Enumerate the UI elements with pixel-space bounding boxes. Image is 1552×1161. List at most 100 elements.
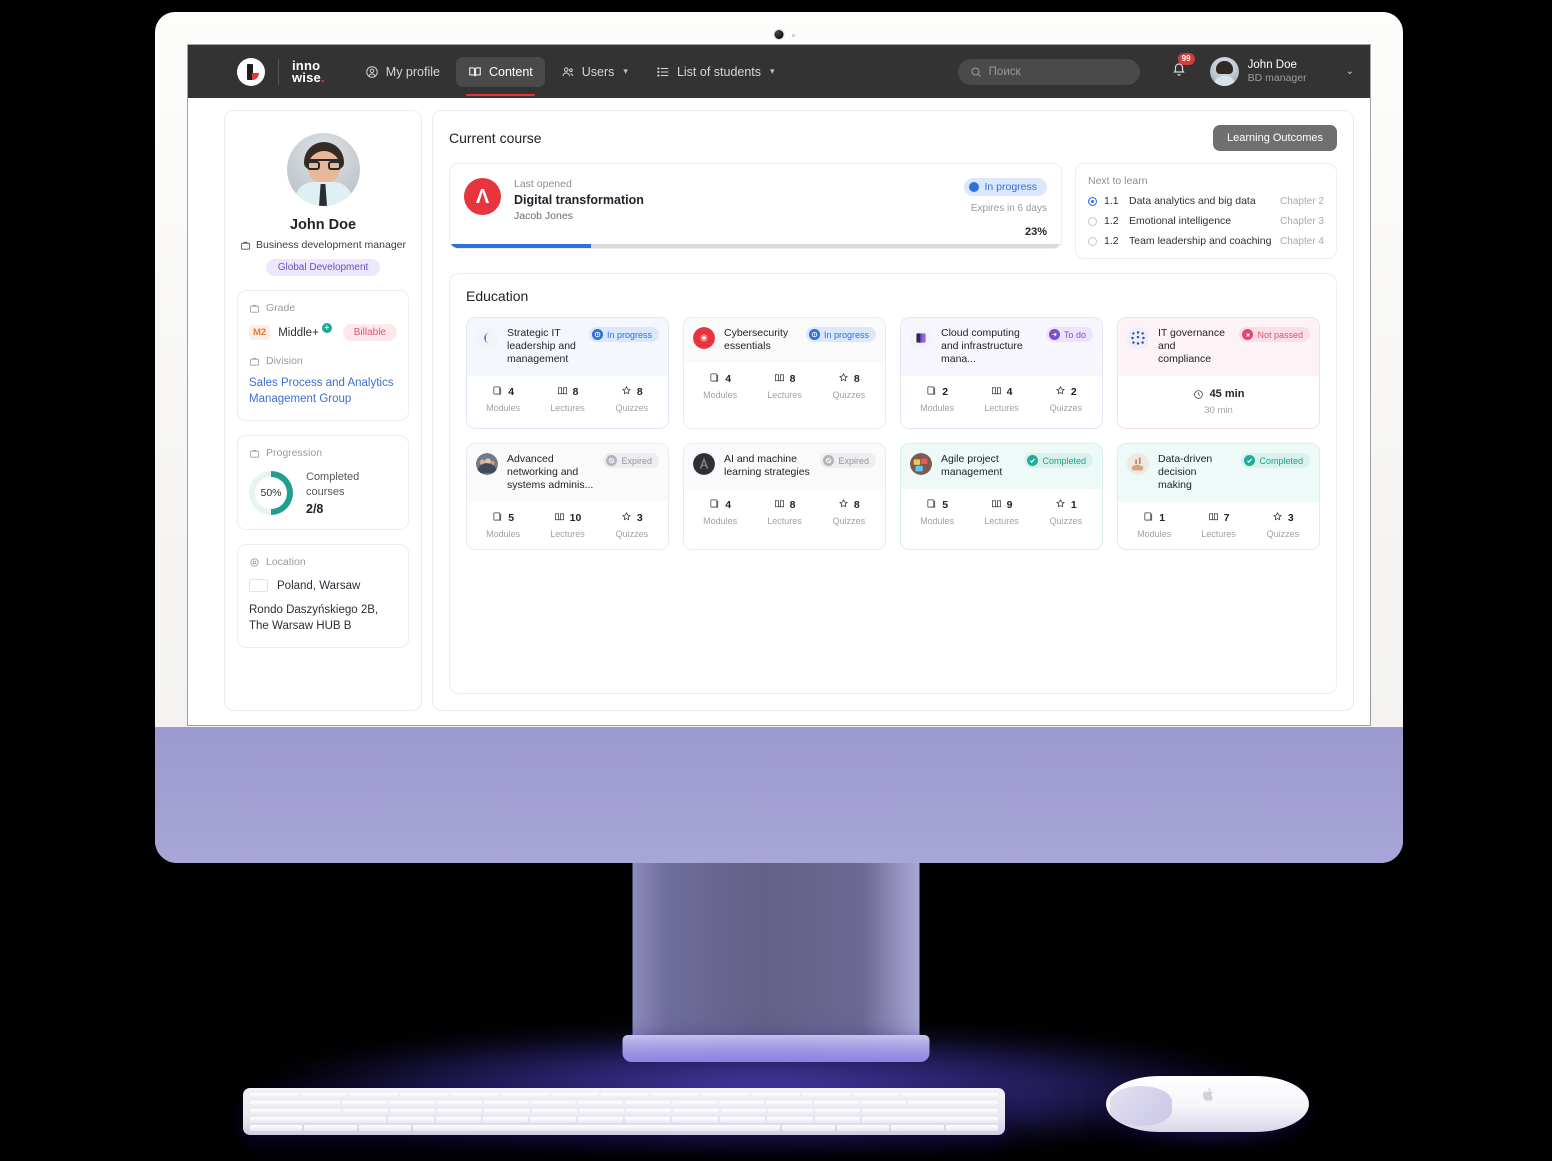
keyboard-key[interactable] bbox=[437, 1109, 483, 1115]
keyboard-key[interactable] bbox=[435, 1117, 481, 1123]
nav-item-my-profile[interactable]: My profile bbox=[353, 57, 452, 87]
keyboard-key[interactable] bbox=[815, 1109, 861, 1115]
keyboard-key[interactable] bbox=[250, 1125, 303, 1131]
course-card[interactable]: AI and machine learning strategies Expire… bbox=[683, 443, 886, 550]
keyboard-key[interactable] bbox=[701, 1093, 750, 1099]
keyboard-key[interactable] bbox=[626, 1109, 672, 1115]
keyboard-key[interactable] bbox=[388, 1117, 434, 1123]
keyboard-key[interactable] bbox=[719, 1117, 766, 1123]
keyboard-key[interactable] bbox=[719, 1101, 765, 1107]
keyboard-key[interactable] bbox=[450, 1093, 499, 1099]
search-input[interactable]: Поиск bbox=[957, 58, 1140, 85]
radio-icon[interactable] bbox=[1088, 236, 1097, 246]
nav-item-content[interactable]: Content bbox=[455, 56, 545, 96]
keyboard-key[interactable] bbox=[720, 1109, 766, 1115]
keyboard-key[interactable] bbox=[577, 1101, 623, 1107]
keyboard-key[interactable] bbox=[413, 1125, 781, 1131]
current-course-card[interactable]: Λ Last opened Digital transformation Jac… bbox=[449, 163, 1062, 249]
course-title: Strategic IT leadership and management bbox=[507, 327, 576, 365]
page-body: John Doe Business development manager Gl… bbox=[188, 98, 1370, 725]
modules-icon bbox=[709, 498, 720, 512]
course-card[interactable]: IT governance and compliance Not passed 45… bbox=[1117, 317, 1320, 429]
keyboard-key[interactable] bbox=[550, 1093, 599, 1099]
keyboard-key[interactable] bbox=[673, 1109, 719, 1115]
next-to-learn-item[interactable]: 1.2 Team leadership and coaching Chapter… bbox=[1088, 235, 1324, 247]
keyboard-key[interactable] bbox=[250, 1093, 299, 1099]
keyboard-key[interactable] bbox=[531, 1109, 577, 1115]
keyboard-key[interactable] bbox=[836, 1125, 890, 1131]
keyboard-key[interactable] bbox=[814, 1117, 860, 1123]
course-card[interactable]: Strategic IT leadership and management In… bbox=[466, 317, 669, 429]
book-icon bbox=[991, 498, 1002, 512]
keyboard-key[interactable] bbox=[483, 1101, 529, 1107]
nav-item-users[interactable]: Users ▾ bbox=[549, 57, 640, 87]
magic-mouse[interactable] bbox=[1106, 1076, 1309, 1132]
keyboard-key[interactable] bbox=[672, 1117, 718, 1123]
keyboard-key[interactable] bbox=[342, 1101, 388, 1107]
stat-value: 1 bbox=[1122, 511, 1186, 525]
keyboard-key[interactable] bbox=[304, 1125, 357, 1131]
keyboard-key[interactable] bbox=[767, 1117, 813, 1123]
radio-icon[interactable] bbox=[1088, 216, 1097, 226]
keyboard-key[interactable] bbox=[482, 1117, 529, 1123]
keyboard-key[interactable] bbox=[782, 1125, 835, 1131]
course-card[interactable]: Cybersecurity essentials In progress 4 Modu… bbox=[683, 317, 886, 429]
keyboard-key[interactable] bbox=[861, 1117, 998, 1123]
course-card[interactable]: Cloud computing and infrastructure mana.… bbox=[900, 317, 1103, 429]
keyboard-key[interactable] bbox=[342, 1109, 388, 1115]
division-link[interactable]: Sales Process and Analytics Management G… bbox=[249, 375, 397, 407]
keyboard-key[interactable] bbox=[300, 1093, 349, 1099]
keyboard-key[interactable] bbox=[751, 1093, 800, 1099]
keyboard-key[interactable] bbox=[801, 1093, 850, 1099]
keyboard-key[interactable] bbox=[500, 1093, 549, 1099]
keyboard-key[interactable] bbox=[813, 1101, 859, 1107]
keyboard-key[interactable] bbox=[530, 1117, 576, 1123]
next-to-learn-item[interactable]: 1.1 Data analytics and big data Chapter … bbox=[1088, 195, 1324, 207]
keyboard-key[interactable] bbox=[907, 1101, 998, 1107]
keyboard-key[interactable] bbox=[250, 1101, 341, 1107]
keyboard-key[interactable] bbox=[250, 1109, 341, 1115]
keyboard-key[interactable] bbox=[250, 1117, 387, 1123]
briefcase-icon bbox=[249, 304, 260, 313]
keyboard-key[interactable] bbox=[389, 1109, 435, 1115]
keyboard-key[interactable] bbox=[860, 1101, 906, 1107]
status-badge: Completed bbox=[1024, 453, 1093, 468]
keyboard-key[interactable] bbox=[436, 1101, 482, 1107]
nav-item-list-of-students[interactable]: List of students ▾ bbox=[644, 57, 787, 87]
learning-outcomes-button[interactable]: Learning Outcomes bbox=[1213, 125, 1337, 151]
keyboard[interactable] bbox=[243, 1088, 1005, 1135]
keyboard-key[interactable] bbox=[862, 1109, 998, 1115]
book-open-icon bbox=[469, 66, 481, 76]
keyboard-key[interactable] bbox=[625, 1117, 671, 1123]
keyboard-key[interactable] bbox=[891, 1125, 944, 1131]
keyboard-key[interactable] bbox=[945, 1125, 998, 1131]
notifications-button[interactable]: 99 bbox=[1170, 53, 1195, 83]
keyboard-key[interactable] bbox=[767, 1109, 813, 1115]
keyboard-key[interactable] bbox=[901, 1093, 999, 1099]
keyboard-key[interactable] bbox=[358, 1125, 412, 1131]
item-chapter: Chapter 4 bbox=[1280, 235, 1324, 247]
keyboard-key[interactable] bbox=[400, 1093, 449, 1099]
keyboard-key[interactable] bbox=[350, 1093, 399, 1099]
keyboard-key[interactable] bbox=[651, 1093, 700, 1099]
course-card[interactable]: Advanced networking and systems adminis.… bbox=[466, 443, 669, 550]
keyboard-key[interactable] bbox=[577, 1117, 623, 1123]
keyboard-key[interactable] bbox=[600, 1093, 650, 1099]
keyboard-key[interactable] bbox=[389, 1101, 435, 1107]
keyboard-key[interactable] bbox=[672, 1101, 718, 1107]
keyboard-key[interactable] bbox=[530, 1101, 576, 1107]
course-card[interactable]: Data-driven decision making Completed 1 Mod… bbox=[1117, 443, 1320, 550]
chevron-down-icon[interactable]: ⌄ bbox=[1346, 66, 1354, 77]
keyboard-key[interactable] bbox=[625, 1101, 671, 1107]
keyboard-key[interactable] bbox=[766, 1101, 812, 1107]
course-card[interactable]: Agile project management Completed 5 Module… bbox=[900, 443, 1103, 550]
keyboard-key[interactable] bbox=[578, 1109, 624, 1115]
brand-logo[interactable]: inno wise. bbox=[204, 57, 325, 86]
education-title: Education bbox=[466, 288, 529, 304]
account-menu[interactable]: John Doe BD manager ⌄ bbox=[1209, 57, 1354, 86]
account-text: John Doe BD manager bbox=[1248, 58, 1307, 85]
radio-icon[interactable] bbox=[1088, 196, 1097, 206]
next-to-learn-item[interactable]: 1.2 Emotional intelligence Chapter 3 bbox=[1088, 215, 1324, 227]
keyboard-key[interactable] bbox=[851, 1093, 900, 1099]
keyboard-key[interactable] bbox=[484, 1109, 530, 1115]
